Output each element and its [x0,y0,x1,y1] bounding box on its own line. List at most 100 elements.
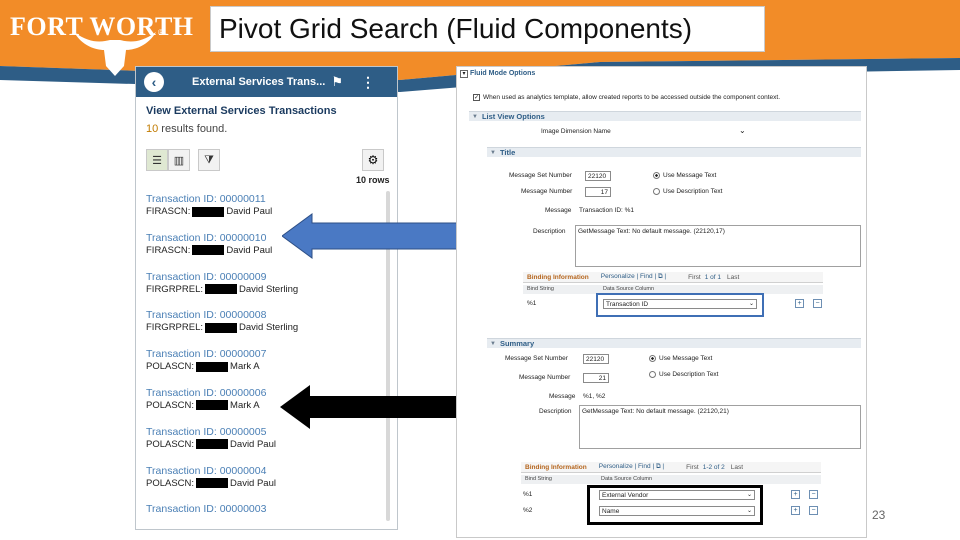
redaction-bar [196,361,229,372]
filter-button[interactable]: ⧩ [198,149,220,171]
flag-icon[interactable]: ⚑ [331,74,343,90]
transaction-detail: POLASCN: David Paul [146,478,378,489]
transaction-list-item[interactable]: Transaction ID: 00000004 POLASCN: David Pa… [146,465,378,504]
title-message-value: Transaction ID: %1 [579,207,635,214]
slide-title-text: Pivot Grid Search (Fluid Components) [219,13,693,44]
chart-icon: ▥ [173,154,185,167]
transaction-name: David Paul [226,244,273,256]
black-highlight-box [587,485,763,525]
add-row-button[interactable]: + [791,506,800,515]
analytics-checkbox[interactable]: ✓ [473,94,480,101]
transaction-name: David Paul [230,438,276,450]
binding-grid-2-range: 1-2 of 2 [702,463,725,471]
binding-grid-2-header: Binding Information Personalize | Find |… [521,462,821,473]
slide-title: Pivot Grid Search (Fluid Components) [210,6,765,52]
transaction-list-item[interactable]: Transaction ID: 00000008 FIRGRPREL: David … [146,309,378,348]
summary-msg-set-label: Message Set Number [505,355,568,362]
transaction-id-link[interactable]: Transaction ID: 00000011 [146,193,378,205]
redaction-bar [192,206,225,217]
title-section-bar[interactable]: ▼ Title [487,147,861,157]
blue-highlight-box [596,293,764,317]
add-row-button[interactable]: + [795,299,804,308]
back-button[interactable]: ‹ [144,72,164,92]
radio-selected-icon [653,172,660,179]
summary-msg-num-input[interactable]: 21 [583,373,609,383]
title-description-label: Description [533,228,566,235]
binding-grid-2-first[interactable]: First [686,464,699,471]
delete-row-button[interactable]: − [809,490,818,499]
pivot-grid-config-panel: ▾ Fluid Mode Options ✓ When used as anal… [456,66,867,538]
title-msg-set-input[interactable]: 22120 [585,171,611,181]
binding-grid-2-title: Binding Information [525,463,587,471]
transaction-name: David Sterling [239,322,299,334]
transaction-list-item[interactable]: Transaction ID: 00000005 POLASCN: David Pa… [146,426,378,465]
radio-unselected-icon [653,188,660,195]
redaction-bar [196,439,229,450]
transaction-list-item[interactable]: Transaction ID: 00000009 FIRGRPREL: David … [146,271,378,310]
transaction-label: POLASCN: [146,477,195,489]
title-msg-set-label: Message Set Number [509,172,572,179]
delete-row-button[interactable]: − [813,299,822,308]
transaction-label: FIRGRPREL: [146,322,204,334]
collapse-triangle-icon: ▼ [490,340,496,347]
transaction-list-item[interactable]: Transaction ID: 00000007 POLASCN: Mark A [146,348,378,387]
title-msg-num-input[interactable]: 17 [585,187,611,197]
summary-description-textarea[interactable]: GetMessage Text: No default message. (22… [579,405,861,449]
radio-unselected-icon [649,371,656,378]
delete-row-button[interactable]: − [809,506,818,515]
binding-grid-1-last[interactable]: Last [727,274,739,281]
title-description-text: GetMessage Text: No default message. (22… [578,228,725,235]
logo-text: FORT WORTH [10,12,194,41]
radio-selected-icon [649,355,656,362]
add-row-button[interactable]: + [791,490,800,499]
binding-grid-2-last[interactable]: Last [731,464,743,471]
binding-2-row-1-bind: %1 [523,491,533,498]
title-description-textarea[interactable]: GetMessage Text: No default message. (22… [575,225,861,267]
mobile-header: ‹ External Services Trans... ⚑ ⋮ [136,67,397,97]
transaction-list-item[interactable]: Transaction ID: 00000003 [146,503,378,529]
transaction-name: David Sterling [239,283,299,295]
binding-grid-1-title: Binding Information [527,273,589,281]
more-options-icon[interactable]: ⋮ [361,74,375,91]
redaction-bar [205,322,238,333]
transaction-detail: POLASCN: David Paul [146,439,378,450]
summary-description-text: GetMessage Text: No default message. (22… [582,408,729,415]
binding-grid-2-tools[interactable]: Personalize | Find | ⧉ | [599,463,664,471]
binding-2-row-2-bind: %2 [523,507,533,514]
collapse-triangle-icon: ▼ [472,113,478,120]
list-view-options-bar[interactable]: ▼ List View Options [469,111,861,121]
mobile-fluid-view: ‹ External Services Trans... ⚑ ⋮ View Ex… [135,66,398,530]
binding-grid-1-tools[interactable]: Personalize | Find | ⧉ | [601,273,666,281]
transaction-id-link[interactable]: Transaction ID: 00000007 [146,348,378,360]
transaction-id-link[interactable]: Transaction ID: 00000009 [146,271,378,283]
list-view-button[interactable]: ☰ [146,149,168,171]
title-use-description-text-label: Use Description Text [663,188,723,195]
logo-registered-mark: ® [158,28,164,37]
results-count: 10 results found. [146,123,397,135]
title-message-label: Message [545,207,572,214]
title-use-message-text-radio[interactable]: Use Message Text [653,172,716,179]
title-use-description-text-radio[interactable]: Use Description Text [653,188,723,195]
transaction-label: POLASCN: [146,438,195,450]
transaction-name: Mark A [230,399,260,411]
transaction-id-link[interactable]: Transaction ID: 00000008 [146,309,378,321]
summary-section-bar[interactable]: ▼ Summary [487,338,861,348]
rows-count: 10 rows [356,175,390,185]
col-data-source: Data Source Column [603,286,655,292]
settings-button[interactable]: ⚙ [362,149,384,171]
black-arrow [280,385,477,429]
summary-use-message-text-radio[interactable]: Use Message Text [649,355,712,362]
redaction-bar [196,400,229,411]
image-dimension-label: Image Dimension Name [541,128,611,135]
transaction-id-link[interactable]: Transaction ID: 00000003 [146,503,378,515]
list-view-options-label: List View Options [481,112,545,121]
summary-msg-set-input[interactable]: 22120 [583,354,609,364]
summary-use-description-text-radio[interactable]: Use Description Text [649,371,719,378]
binding-grid-2-columns: Bind String Data Source Column [521,475,821,484]
image-dimension-select[interactable]: ⌄ [739,126,746,135]
chart-view-button[interactable]: ▥ [168,149,190,171]
transaction-id-link[interactable]: Transaction ID: 00000004 [146,465,378,477]
binding-grid-1-first[interactable]: First [688,274,701,281]
collapse-icon[interactable]: ▾ [460,70,468,78]
title-msg-num-label: Message Number [521,188,573,195]
